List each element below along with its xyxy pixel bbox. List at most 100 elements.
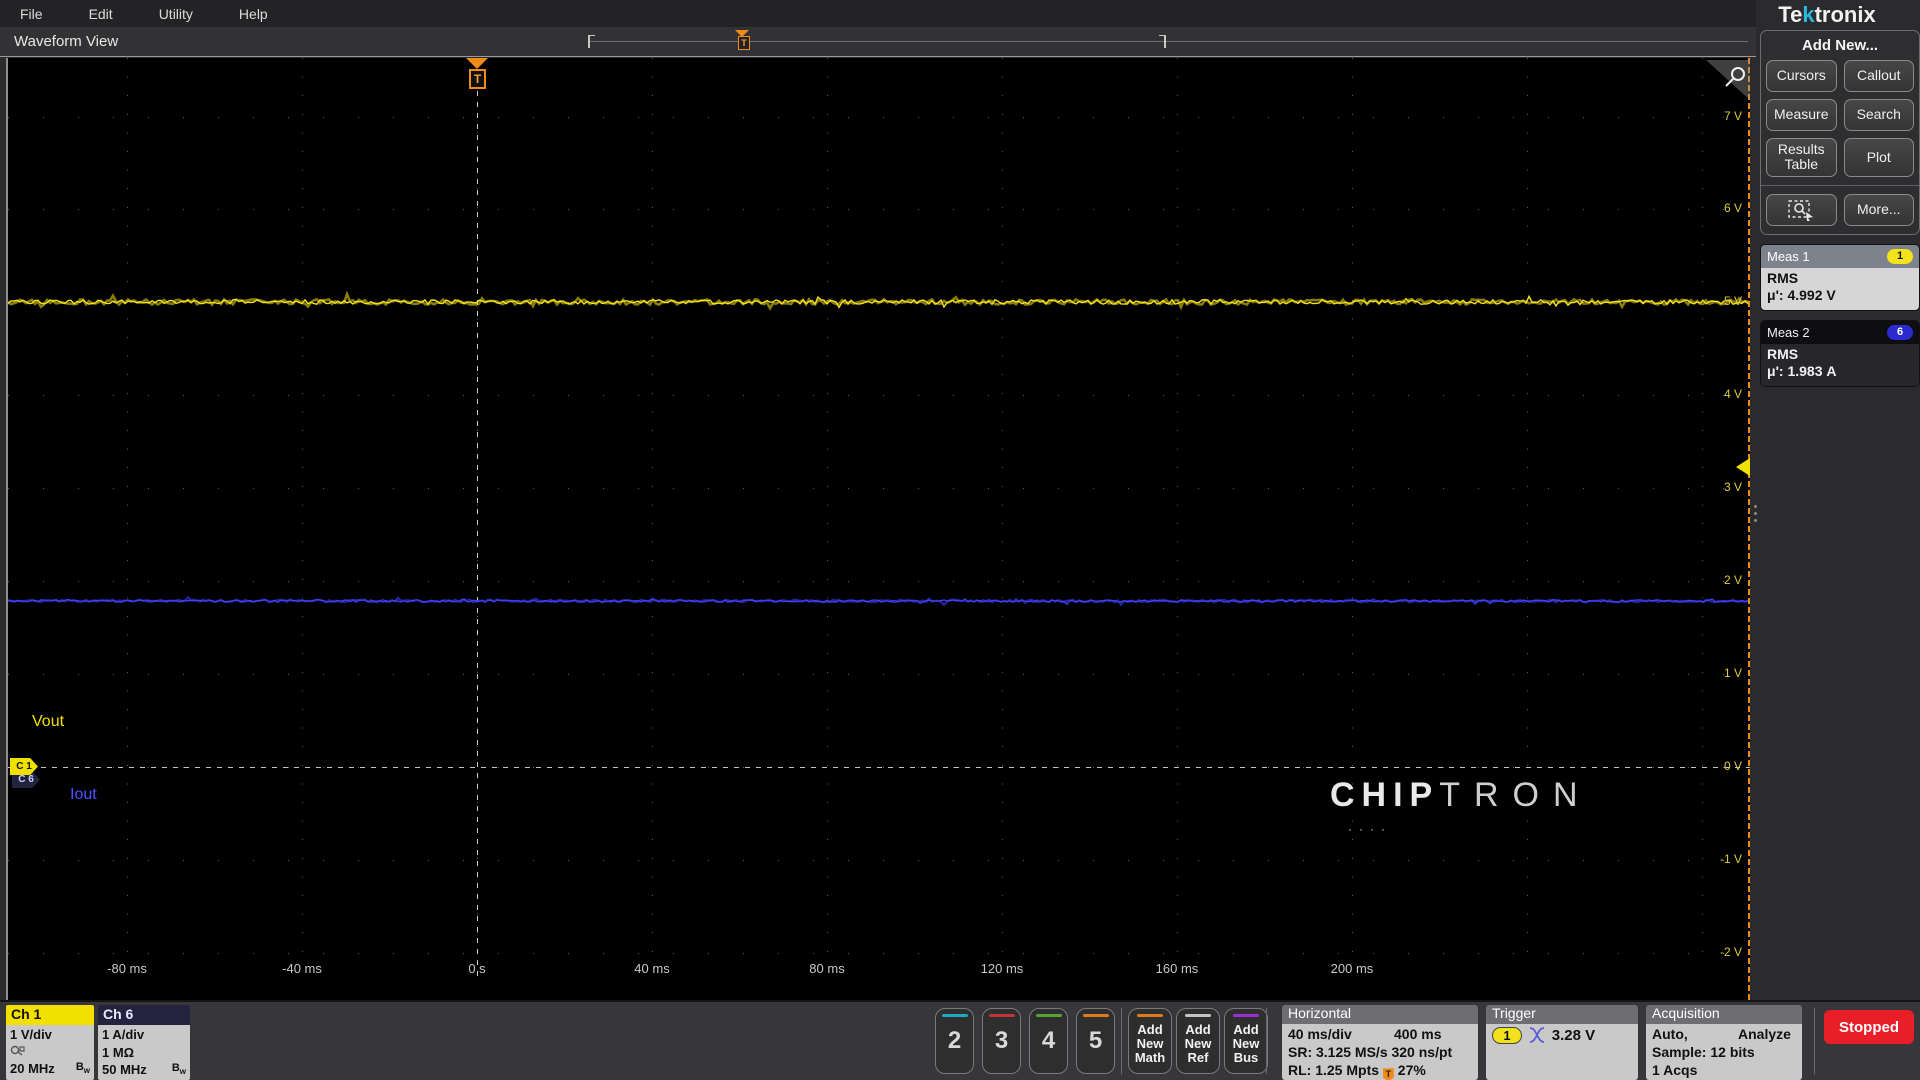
divider: [1121, 1008, 1122, 1074]
page-title: Waveform View: [14, 33, 119, 50]
trigger-position-icon: T: [1382, 1068, 1394, 1080]
waveform-graticule[interactable]: 7 V 6 V 5 V 4 V 3 V 2 V 1 V 0 V -1 V -2 V -80 ms -4…: [6, 58, 1750, 1000]
record-trigger-label[interactable]: T: [738, 36, 750, 50]
time-axis-label: 0 s: [468, 961, 486, 976]
voltage-axis-label: -1 V: [1719, 852, 1742, 866]
time-axis-label: 40 ms: [634, 961, 670, 976]
voltage-axis-label: 7 V: [1723, 109, 1742, 123]
add-new-bus-button[interactable]: Add New Bus: [1224, 1008, 1268, 1074]
settings-bar: Ch 1 1 V/div 20 MHz Bw Ch 6 1 A/div 1 MΩ: [0, 1000, 1920, 1080]
measure-button[interactable]: Measure: [1766, 99, 1837, 131]
time-axis-label: 160 ms: [1155, 961, 1199, 976]
horizontal-trigger-position: 27%: [1397, 1062, 1426, 1079]
splitter-grip[interactable]: [1753, 505, 1757, 529]
acquisition-count: 1 Acqs: [1652, 1062, 1698, 1079]
menu-utility[interactable]: Utility: [159, 6, 193, 22]
callout-button[interactable]: Callout: [1843, 60, 1914, 92]
oscilloscope-app: File Edit Utility Help Tektronix Wavefor…: [0, 0, 1920, 1080]
record-window-bracket[interactable]: [588, 35, 1166, 48]
time-axis-label: 200 ms: [1330, 961, 1374, 976]
add-new-math-button[interactable]: Add New Math: [1128, 1008, 1172, 1074]
more-button[interactable]: More...: [1843, 193, 1914, 226]
time-axis-label: -80 ms: [107, 961, 147, 976]
horizontal-title: Horizontal: [1282, 1005, 1478, 1024]
add-new-panel: Add New... Cursors Callout Measure Searc…: [1760, 30, 1920, 235]
cursors-button[interactable]: Cursors: [1766, 60, 1837, 92]
results-bar: Add New... Cursors Callout Measure Searc…: [1760, 30, 1920, 387]
box-zoom-icon: [1788, 200, 1814, 221]
ch1-badge[interactable]: Ch 1 1 V/div 20 MHz Bw: [6, 1005, 94, 1080]
meas-1-value: μ': 4.992 V: [1767, 287, 1836, 304]
time-axis-label: 80 ms: [809, 961, 845, 976]
ch6-impedance: 1 MΩ: [102, 1044, 135, 1060]
voltage-axis-label: 1 V: [1723, 666, 1742, 680]
channel-2-button[interactable]: 2: [935, 1008, 974, 1074]
channel-4-button[interactable]: 4: [1029, 1008, 1068, 1074]
horizontal-window: 400 ms: [1394, 1026, 1442, 1042]
trace-label-iout[interactable]: Iout: [70, 786, 97, 804]
trigger-position-icon[interactable]: [466, 58, 488, 69]
horizontal-sample-rate: SR: 3.125 MS/s 320 ns/pt: [1288, 1044, 1453, 1061]
channel-3-button[interactable]: 3: [982, 1008, 1021, 1074]
meas-2-source-badge: 6: [1887, 324, 1913, 340]
divider: [1814, 1008, 1815, 1074]
meas-2-title: Meas 2: [1767, 324, 1810, 340]
either-edge-icon: [1529, 1027, 1545, 1043]
ch1-bandwidth: 20 MHz: [10, 1060, 55, 1076]
magnifier-icon[interactable]: [1706, 60, 1750, 102]
channel-5-button[interactable]: 5: [1076, 1008, 1115, 1074]
meas-1-title: Meas 1: [1767, 248, 1810, 264]
voltage-axis-label: 0 V: [1723, 759, 1742, 773]
watermark: CHIPTRON ····: [1330, 776, 1592, 836]
time-axis-label: 120 ms: [980, 961, 1024, 976]
trigger-title: Trigger: [1486, 1005, 1638, 1024]
waveform-view-titlebar: Waveform View T: [0, 27, 1756, 57]
run-stop-state[interactable]: Stopped: [1824, 1010, 1914, 1044]
menu-help[interactable]: Help: [239, 6, 268, 22]
meas-1-card[interactable]: Meas 1 1 RMS μ': 4.992 V: [1760, 243, 1920, 311]
meas-2-type: RMS: [1767, 345, 1799, 362]
add-new-ref-button[interactable]: Add New Ref: [1176, 1008, 1220, 1074]
ch6-badge[interactable]: Ch 6 1 A/div 1 MΩ 50 MHz Bw: [98, 1005, 190, 1080]
voltage-axis-label: 6 V: [1723, 201, 1742, 215]
voltage-axis-label: 3 V: [1723, 480, 1742, 494]
acquisition-title: Acquisition: [1646, 1005, 1802, 1024]
ch6-scale: 1 A/div: [102, 1027, 145, 1042]
horizontal-panel[interactable]: Horizontal 40 ms/div 400 ms SR: 3.125 MS…: [1282, 1005, 1478, 1080]
acquisition-mode: Auto,: [1652, 1026, 1688, 1042]
meas-2-card[interactable]: Meas 2 6 RMS μ': 1.983 A: [1760, 319, 1920, 387]
ch1-scale: 1 V/div: [10, 1027, 52, 1042]
bw-limit-icon: Bw: [171, 1062, 186, 1077]
bw-limit-icon: Bw: [75, 1060, 90, 1075]
menu-edit[interactable]: Edit: [89, 6, 113, 22]
results-table-button[interactable]: Results Table: [1766, 138, 1837, 177]
trigger-level-arrow[interactable]: [1736, 458, 1750, 476]
plot-button[interactable]: Plot: [1843, 138, 1914, 177]
acquisition-analyze: Analyze: [1738, 1026, 1791, 1042]
trigger-panel[interactable]: Trigger 1 3.28 V: [1486, 1005, 1638, 1080]
trigger-position-label[interactable]: T: [469, 69, 486, 89]
add-new-title: Add New...: [1801, 37, 1879, 54]
ch6-bandwidth: 50 MHz: [102, 1062, 147, 1078]
voltage-axis-label: -2 V: [1719, 945, 1742, 959]
box-zoom-button[interactable]: [1766, 193, 1837, 226]
trace-label-vout[interactable]: Vout: [32, 713, 64, 731]
ch1-badge-header: Ch 1: [6, 1005, 94, 1025]
time-axis-label: -40 ms: [282, 961, 322, 976]
search-button[interactable]: Search: [1843, 99, 1914, 131]
acquisition-panel[interactable]: Acquisition Auto, Analyze Sample: 12 bit…: [1646, 1005, 1802, 1080]
trigger-source-badge: 1: [1492, 1027, 1522, 1044]
meas-1-source-badge: 1: [1887, 248, 1913, 264]
probe-icon: [10, 1045, 25, 1056]
divider: [1266, 1008, 1267, 1074]
waveform-traces: [8, 290, 1750, 607]
meas-1-type: RMS: [1767, 269, 1799, 286]
horizontal-scale: 40 ms/div: [1288, 1026, 1352, 1042]
voltage-axis-label: 4 V: [1723, 387, 1742, 401]
watermark-dots: ····: [1348, 822, 1392, 836]
view-selected-edge: [1748, 58, 1750, 1000]
menu-file[interactable]: File: [20, 6, 43, 22]
trigger-level: 3.28 V: [1551, 1027, 1596, 1044]
ch6-badge-header: Ch 6: [98, 1005, 190, 1025]
acquisition-sample: Sample: 12 bits: [1652, 1044, 1755, 1061]
